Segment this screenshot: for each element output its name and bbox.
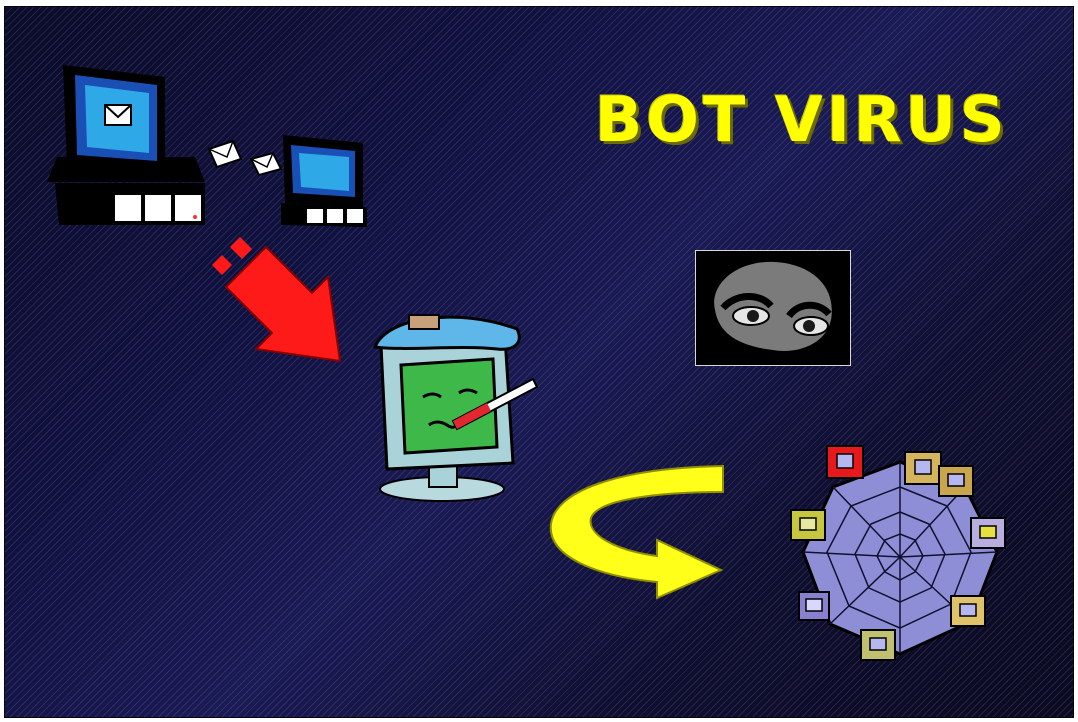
slide: BOT VIRUS <box>4 6 1074 718</box>
network-computer-icon <box>826 445 864 479</box>
sick-computer-icon <box>372 314 539 502</box>
computer-icon <box>281 135 367 227</box>
network-computer-icon <box>938 465 974 497</box>
spider-web-network-icon <box>790 445 1006 661</box>
network-computer-icon <box>798 591 830 621</box>
mail-transfer-illustration <box>47 65 367 227</box>
network-computer-icon <box>970 517 1006 549</box>
network-computer-icon <box>904 451 942 485</box>
computer-icon <box>47 65 205 225</box>
curved-arrow-icon <box>549 464 724 600</box>
slide-title: BOT VIRUS <box>595 83 1009 156</box>
hacker-eyes-icon <box>695 250 851 366</box>
envelope-icon <box>249 151 283 177</box>
envelope-icon <box>207 139 243 169</box>
network-computer-icon <box>950 595 986 627</box>
infection-arrow-icon <box>212 237 342 363</box>
network-computer-icon <box>790 509 826 541</box>
network-computer-icon <box>860 629 896 661</box>
